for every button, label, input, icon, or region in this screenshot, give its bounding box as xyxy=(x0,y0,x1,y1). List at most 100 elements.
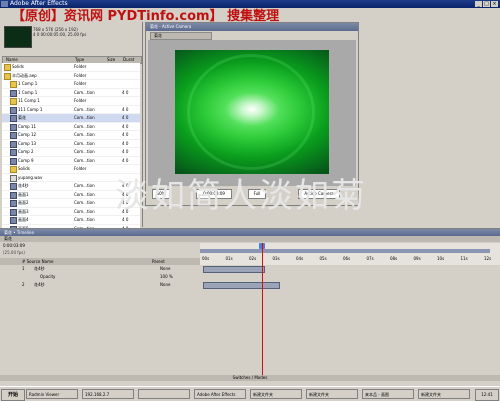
current-time-indicator[interactable] xyxy=(262,243,263,375)
layer-duration-bar[interactable] xyxy=(203,282,280,289)
layer-duration-bar[interactable] xyxy=(203,266,265,273)
project-item-size: 4 0 xyxy=(122,115,129,120)
folder-icon xyxy=(10,98,17,105)
layer-parent-value[interactable]: 100 % xyxy=(160,273,173,280)
minimize-button[interactable]: _ xyxy=(475,1,482,7)
project-item-type: Folder xyxy=(74,81,87,86)
taskbar-task-button[interactable] xyxy=(138,389,190,399)
project-list-item[interactable]: 111 Comp 1 Com...tion 4 0 xyxy=(2,106,140,114)
project-list-item[interactable]: Comp 12 Com...tion 4 0 xyxy=(2,131,140,140)
project-item-name: yupang.wav xyxy=(18,174,43,180)
project-list-item[interactable]: Comp 9 Com...tion 4 0 xyxy=(2,157,140,165)
project-list-item[interactable]: 1 Comp 1 Com...tion 4 0 xyxy=(2,89,140,97)
project-item-name: 1 Comp 1 xyxy=(18,81,38,86)
ruler-tick-label: 00s xyxy=(202,256,210,261)
project-item-type: Com...tion xyxy=(74,157,95,163)
project-item-type: Com...tion xyxy=(74,183,95,188)
project-list-item[interactable]: 11 Comp 1 Folder xyxy=(2,97,140,106)
app-icon xyxy=(1,1,8,7)
project-item-type: Com...tion xyxy=(74,200,95,205)
layer-name[interactable]: 花4秒 xyxy=(34,281,45,288)
taskbar-task-button[interactable]: Adobe After Effects xyxy=(194,389,246,399)
project-item-name: 111 Comp 1 xyxy=(18,106,43,112)
project-item-name: 画面2 xyxy=(18,200,29,205)
time-ruler[interactable]: 00s 01s 02s 03s 04s 05s 06s 07s 08s 09s 10s 11s 12s xyxy=(200,243,500,265)
ruler-tick-label: 06s xyxy=(343,256,351,261)
project-item-size: 4 0 xyxy=(122,149,129,154)
composition-title: 菊花 - Active Camera xyxy=(150,24,192,29)
start-button[interactable]: 开始 xyxy=(1,389,25,401)
taskbar-task-button[interactable]: 新建文件夹 xyxy=(306,389,358,399)
project-item-type: Com...tion xyxy=(74,132,95,137)
taskbar-task-button[interactable]: 新建文件夹 xyxy=(250,389,302,399)
folder-icon xyxy=(10,81,17,88)
project-item-size: 4 0 xyxy=(122,157,129,163)
project-item-size: 4 0 xyxy=(122,132,129,137)
project-item-name: Comp 13 xyxy=(18,140,37,146)
taskbar-task-button[interactable]: 来本品 - 画图 xyxy=(362,389,414,399)
timeline-property-row[interactable]: Opacity 100 % xyxy=(0,273,500,280)
project-list-item[interactable]: 菊花 Com...tion 4 0 xyxy=(2,114,140,123)
project-item-name: 11 Comp 1 xyxy=(18,98,40,103)
project-thumbnail xyxy=(4,26,32,48)
folder-icon xyxy=(10,166,17,173)
taskbar-task-button[interactable]: Radmin Viewer xyxy=(26,389,78,399)
project-info-line: 4 0 00:00:05:00, 25.00 fps xyxy=(33,32,87,37)
tab-composition[interactable]: 菊花 xyxy=(150,32,212,40)
ruler-tick-label: 05s xyxy=(319,256,327,261)
time-navigator[interactable] xyxy=(200,249,490,253)
project-item-name: Comp 2 xyxy=(18,149,34,154)
comp-icon xyxy=(10,89,17,97)
project-item-type: Folder xyxy=(74,64,87,69)
layer-parent-value[interactable]: None xyxy=(160,281,170,288)
switches-modes-toggle[interactable]: Switches / Modes xyxy=(0,375,500,381)
taskbar-task-button[interactable]: 新建文件夹 xyxy=(418,389,470,399)
ruler-tick-label: 04s xyxy=(296,256,304,261)
project-item-name: 菊花 xyxy=(18,115,26,120)
parent-column-header[interactable]: Parent xyxy=(152,258,165,265)
timeline-layer-row[interactable]: 1 花4秒 None xyxy=(0,265,500,273)
project-item-size: 4 0 xyxy=(122,106,129,112)
taskbar-task-button[interactable]: 192.168.2.7 xyxy=(82,389,134,399)
project-list-item[interactable]: 画面4 Com...tion 4 0 xyxy=(2,216,140,225)
project-item-type: Com...tion xyxy=(74,191,95,197)
project-item-type: Com...tion xyxy=(74,149,95,154)
timeline-panel: 菊花 • Timeline 菊花 0:00:03:09 (25.00 fps) … xyxy=(0,228,500,387)
comp-icon xyxy=(10,157,17,165)
timeline-title: 菊花 • Timeline xyxy=(4,230,34,235)
layer-name[interactable]: Opacity xyxy=(40,273,55,280)
watermark-header: 【原创】资讯网 PYDTinfo.com】 搜集整理 xyxy=(12,9,280,24)
comp-icon xyxy=(10,132,17,139)
comp-icon xyxy=(10,115,17,122)
watermark-overlay: 淡如简人淡如菊 xyxy=(115,176,367,216)
comp-icon xyxy=(10,183,17,190)
project-item-type: Com...tion xyxy=(74,217,95,222)
layer-parent-value[interactable]: None xyxy=(160,265,170,272)
project-item-name: Comp 11 xyxy=(18,123,37,129)
ruler-tick-label: 02s xyxy=(249,256,257,261)
project-list-item[interactable]: 丰月动画.aep Folder xyxy=(2,72,140,80)
project-list-item[interactable]: Comp 13 Com...tion 4 0 xyxy=(2,140,140,148)
timeline-current-time[interactable]: 0:00:03:09 xyxy=(3,243,25,249)
project-list-item[interactable]: 1 Comp 1 Folder xyxy=(2,80,140,89)
layer-name[interactable]: 花4秒 xyxy=(34,265,45,272)
comp-icon xyxy=(10,140,17,148)
ruler-tick-label: 08s xyxy=(390,256,398,261)
composition-tab-label: 菊花 xyxy=(154,33,162,38)
ruler-tick-label: 07s xyxy=(366,256,374,261)
comp-icon xyxy=(10,217,17,224)
timeline-layers: 1 花4秒 None Opacity 100 % 2 花4秒 None xyxy=(0,265,500,375)
project-list-item[interactable]: Solids Folder xyxy=(2,63,140,72)
maximize-button[interactable]: □ xyxy=(483,1,490,7)
composition-canvas[interactable] xyxy=(175,50,329,174)
project-list-item[interactable]: Comp 2 Com...tion 4 0 xyxy=(2,148,140,157)
source-name-column-header[interactable]: # Source Name xyxy=(22,258,53,265)
timeline-layer-row[interactable]: 2 花4秒 None xyxy=(0,281,500,289)
composition-viewer[interactable] xyxy=(148,40,356,186)
comp-icon xyxy=(10,191,17,199)
glow-ring xyxy=(187,54,315,170)
tab-timeline-comp[interactable]: 菊花 xyxy=(4,236,12,242)
project-item-type: Com...tion xyxy=(74,115,95,120)
close-button[interactable]: × xyxy=(491,1,498,7)
project-list-item[interactable]: Comp 11 Com...tion 4 0 xyxy=(2,123,140,131)
